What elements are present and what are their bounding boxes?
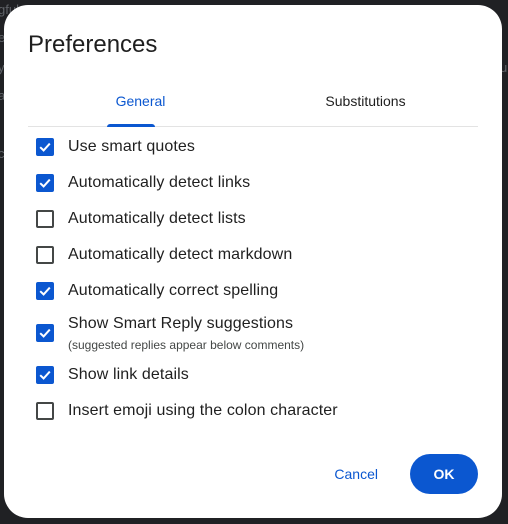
dialog-title: Preferences (28, 31, 158, 58)
checkbox[interactable] (36, 282, 54, 300)
check-icon (39, 370, 51, 380)
dialog-actions: Cancel OK (322, 454, 478, 494)
option-detect-markdown[interactable]: Automatically detect markdown (36, 237, 476, 273)
tab-label: General (115, 93, 166, 109)
option-emoji-colon[interactable]: Insert emoji using the colon character (36, 393, 476, 429)
check-icon (39, 286, 51, 296)
checkbox[interactable] (36, 174, 54, 192)
ok-button[interactable]: OK (410, 454, 478, 494)
option-label: Insert emoji using the colon character (68, 402, 338, 419)
active-tab-indicator (107, 124, 155, 127)
checkbox[interactable] (36, 366, 54, 384)
options-list: Use smart quotes Automatically detect li… (36, 129, 476, 429)
option-label: Automatically detect markdown (68, 246, 293, 263)
option-correct-spelling[interactable]: Automatically correct spelling (36, 273, 476, 309)
option-detect-links[interactable]: Automatically detect links (36, 165, 476, 201)
checkbox[interactable] (36, 402, 54, 420)
checkbox[interactable] (36, 246, 54, 264)
option-link-details[interactable]: Show link details (36, 357, 476, 393)
check-icon (39, 328, 51, 338)
check-icon (39, 142, 51, 152)
checkbox[interactable] (36, 210, 54, 228)
tab-bar: General Substitutions (28, 83, 478, 127)
option-label: Show link details (68, 366, 189, 383)
option-label: Show Smart Reply suggestions (68, 314, 294, 332)
option-sublabel: (suggested replies appear below comments… (68, 337, 305, 352)
cancel-button[interactable]: Cancel (322, 454, 390, 494)
checkbox[interactable] (36, 324, 54, 342)
tab-general[interactable]: General (28, 83, 253, 127)
option-label: Automatically correct spelling (68, 282, 279, 299)
option-smart-quotes[interactable]: Use smart quotes (36, 129, 476, 165)
check-icon (39, 178, 51, 188)
preferences-dialog: Preferences General Substitutions Use sm… (4, 5, 502, 518)
option-smart-reply[interactable]: Show Smart Reply suggestions (suggested … (36, 309, 476, 357)
checkbox[interactable] (36, 138, 54, 156)
option-label: Use smart quotes (68, 138, 195, 155)
tab-substitutions[interactable]: Substitutions (253, 83, 478, 126)
tab-label: Substitutions (325, 93, 406, 109)
option-label: Automatically detect lists (68, 210, 246, 227)
option-detect-lists[interactable]: Automatically detect lists (36, 201, 476, 237)
option-label: Automatically detect links (68, 174, 251, 191)
